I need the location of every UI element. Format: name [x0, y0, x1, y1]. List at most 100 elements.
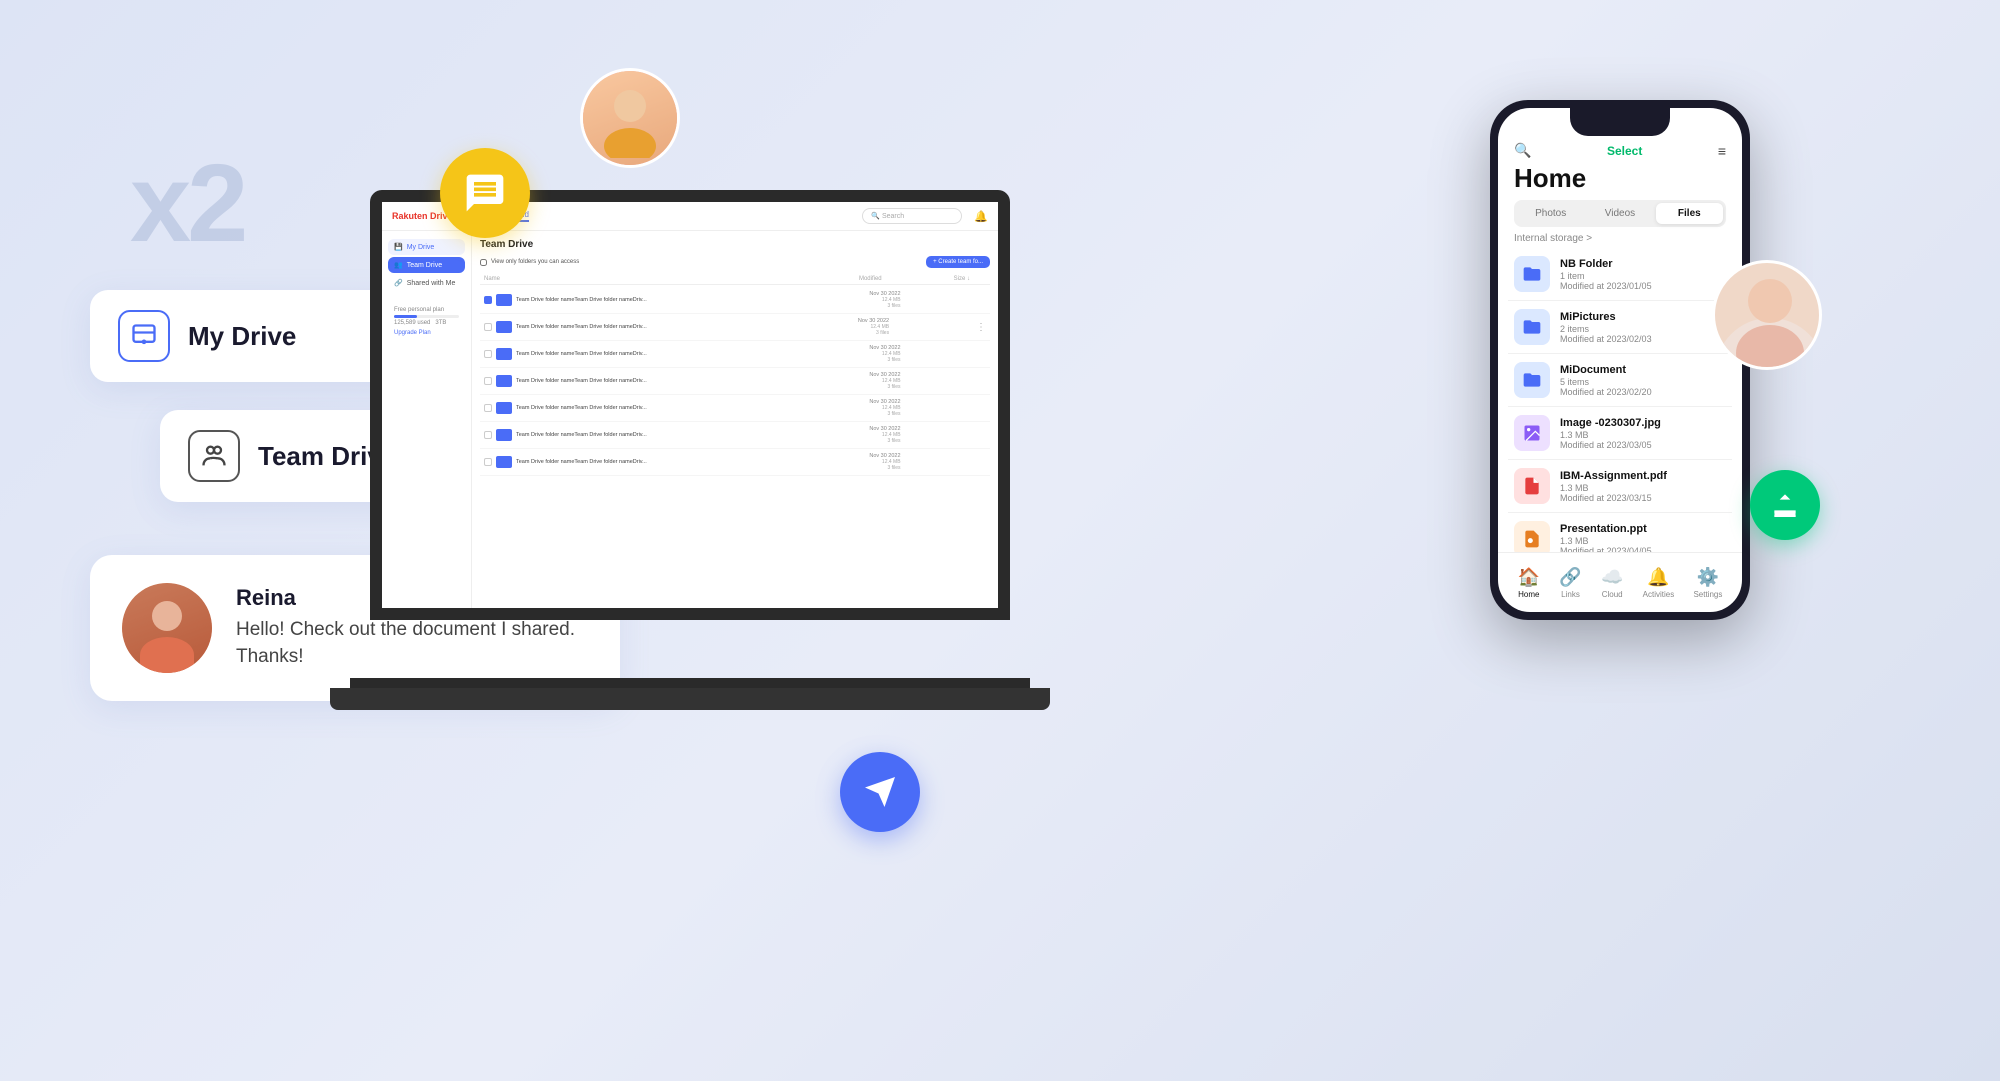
phone-nav-activities[interactable]: 🔔 Activities	[1643, 567, 1675, 599]
phone-nav-settings-label: Settings	[1693, 590, 1722, 599]
phone-nav-cloud[interactable]: ☁️ Cloud	[1601, 567, 1623, 599]
phone: 🔍 Select ≡ Home Photos Videos Files Inte…	[1490, 100, 1750, 620]
file-info: MiDocument 5 itemsModified at 2023/02/20	[1560, 364, 1726, 397]
file-name: MiDocument	[1560, 364, 1726, 376]
folder-icon	[496, 456, 512, 468]
row-checkbox[interactable]	[484, 377, 492, 385]
rd-sidebar: 💾 My Drive 👥 Team Drive 🔗 Shared with Me…	[382, 231, 472, 608]
row-checkbox[interactable]	[484, 404, 492, 412]
rd-main: Team Drive View only folders you can acc…	[472, 231, 998, 608]
row-name: Team Drive folder nameTeam Drive folder …	[516, 351, 772, 357]
message-bubble-icon	[440, 148, 530, 238]
phone-select-button[interactable]: Select	[1607, 144, 1642, 158]
row-name: Team Drive folder nameTeam Drive folder …	[516, 324, 765, 330]
row-checkbox[interactable]	[484, 458, 492, 466]
table-row: Team Drive folder nameTeam Drive folder …	[480, 449, 990, 476]
list-item[interactable]: Image -0230307.jpg 1.3 MBModified at 202…	[1508, 407, 1732, 460]
phone-nav-links[interactable]: 🔗 Links	[1559, 567, 1581, 599]
phone-title: Home	[1498, 163, 1742, 194]
row-checkbox[interactable]	[484, 431, 492, 439]
laptop-screen: Rakuten Drive Transfer Cloud 🔍 Search 🔔 …	[370, 190, 1010, 620]
image-file-icon	[1514, 415, 1550, 451]
file-info: Presentation.ppt 1.3 MBModified at 2023/…	[1560, 523, 1726, 553]
file-info: Image -0230307.jpg 1.3 MBModified at 202…	[1560, 417, 1726, 450]
file-info: IBM-Assignment.pdf 1.3 MBModified at 202…	[1560, 470, 1726, 503]
file-folder-icon	[1514, 362, 1550, 398]
row-modified: Nov 30 202212.4 MB3 files	[772, 291, 900, 309]
phone-tab-photos[interactable]: Photos	[1517, 203, 1584, 224]
settings-icon: ⚙️	[1697, 567, 1719, 588]
links-icon: 🔗	[1559, 567, 1581, 588]
col-size: Size ↓	[882, 276, 970, 282]
rd-create-btn[interactable]: + Create team fo...	[926, 256, 990, 268]
laptop-base	[330, 688, 1050, 710]
phone-breadcrumb[interactable]: Internal storage >	[1498, 233, 1742, 248]
row-checkbox[interactable]	[484, 350, 492, 358]
file-info: MiPictures 2 itemsModified at 2023/02/03	[1560, 311, 1726, 344]
phone-nav-home-label: Home	[1518, 590, 1539, 599]
row-modified: Nov 30 202212.4 MB3 files	[772, 426, 900, 444]
table-row: Team Drive folder nameTeam Drive folder …	[480, 422, 990, 449]
list-item[interactable]: Presentation.ppt 1.3 MBModified at 2023/…	[1508, 513, 1732, 552]
file-name: IBM-Assignment.pdf	[1560, 470, 1726, 482]
phone-nav-activities-label: Activities	[1643, 590, 1675, 599]
phone-nav-settings[interactable]: ⚙️ Settings	[1693, 567, 1722, 599]
row-modified: Nov 30 202212.4 MB3 files	[772, 453, 900, 471]
list-item[interactable]: MiPictures 2 itemsModified at 2023/02/03	[1508, 301, 1732, 354]
row-name: Team Drive folder nameTeam Drive folder …	[516, 432, 772, 438]
phone-nav-home[interactable]: 🏠 Home	[1518, 567, 1540, 599]
ppt-file-icon	[1514, 521, 1550, 552]
rd-toolbar: View only folders you can access + Creat…	[480, 256, 990, 268]
phone-header: 🔍 Select ≡	[1498, 136, 1742, 163]
list-item[interactable]: MiDocument 5 itemsModified at 2023/02/20	[1508, 354, 1732, 407]
file-meta: 1.3 MBModified at 2023/03/15	[1560, 483, 1726, 503]
file-name: MiPictures	[1560, 311, 1726, 323]
row-checkbox[interactable]	[484, 296, 492, 304]
table-row: Team Drive folder nameTeam Drive folder …	[480, 314, 990, 341]
file-name: Image -0230307.jpg	[1560, 417, 1726, 429]
folder-icon	[496, 429, 512, 441]
folder-icon	[496, 294, 512, 306]
row-checkbox[interactable]	[484, 323, 492, 331]
phone-tab-videos[interactable]: Videos	[1586, 203, 1653, 224]
file-folder-icon	[1514, 309, 1550, 345]
activities-icon: 🔔	[1647, 567, 1669, 588]
avatar-top	[580, 68, 680, 168]
rd-view-only: View only folders you can access	[480, 259, 579, 266]
row-more-icon[interactable]: ⋮	[976, 322, 986, 333]
file-name: Presentation.ppt	[1560, 523, 1726, 535]
send-button[interactable]	[840, 752, 920, 832]
rd-sidebar-team-drive[interactable]: 👥 Team Drive	[388, 257, 465, 273]
chat-avatar	[122, 583, 212, 673]
phone-menu-icon[interactable]: ≡	[1718, 143, 1726, 159]
phone-tab-files[interactable]: Files	[1656, 203, 1723, 224]
file-meta: 1 itemModified at 2023/01/05	[1560, 271, 1726, 291]
upload-fab-button[interactable]	[1750, 470, 1820, 540]
rd-search[interactable]: 🔍 Search	[862, 208, 962, 224]
pdf-file-icon	[1514, 468, 1550, 504]
rd-sidebar-my-drive[interactable]: 💾 My Drive	[388, 239, 465, 255]
table-row: Team Drive folder nameTeam Drive folder …	[480, 287, 990, 314]
rd-view-only-checkbox[interactable]	[480, 259, 487, 266]
phone-search-icon[interactable]: 🔍	[1514, 142, 1531, 159]
row-modified: Nov 30 202212.4 MB3 files	[772, 345, 900, 363]
folder-icon	[496, 348, 512, 360]
file-meta: 2 itemsModified at 2023/02/03	[1560, 324, 1726, 344]
list-item[interactable]: IBM-Assignment.pdf 1.3 MBModified at 202…	[1508, 460, 1732, 513]
avatar-right	[1712, 260, 1822, 370]
phone-tabs: Photos Videos Files	[1514, 200, 1726, 227]
file-info: NB Folder 1 itemModified at 2023/01/05	[1560, 258, 1726, 291]
phone-screen: 🔍 Select ≡ Home Photos Videos Files Inte…	[1498, 108, 1742, 612]
table-row: Team Drive folder nameTeam Drive folder …	[480, 395, 990, 422]
rd-logo: Rakuten Drive	[392, 211, 453, 221]
file-folder-icon	[1514, 256, 1550, 292]
rd-body: 💾 My Drive 👥 Team Drive 🔗 Shared with Me…	[382, 231, 998, 608]
rd-table-header: Name Modified Size ↓	[480, 274, 990, 285]
file-name: NB Folder	[1560, 258, 1726, 270]
list-item[interactable]: NB Folder 1 itemModified at 2023/01/05	[1508, 248, 1732, 301]
phone-bottom-nav: 🏠 Home 🔗 Links ☁️ Cloud 🔔 Activities ⚙️	[1498, 552, 1742, 612]
folder-icon	[496, 402, 512, 414]
rd-sidebar-shared[interactable]: 🔗 Shared with Me	[388, 275, 465, 291]
row-modified: Nov 30 202212.4 MB3 files	[765, 318, 889, 336]
x2-label: x2	[130, 140, 244, 267]
